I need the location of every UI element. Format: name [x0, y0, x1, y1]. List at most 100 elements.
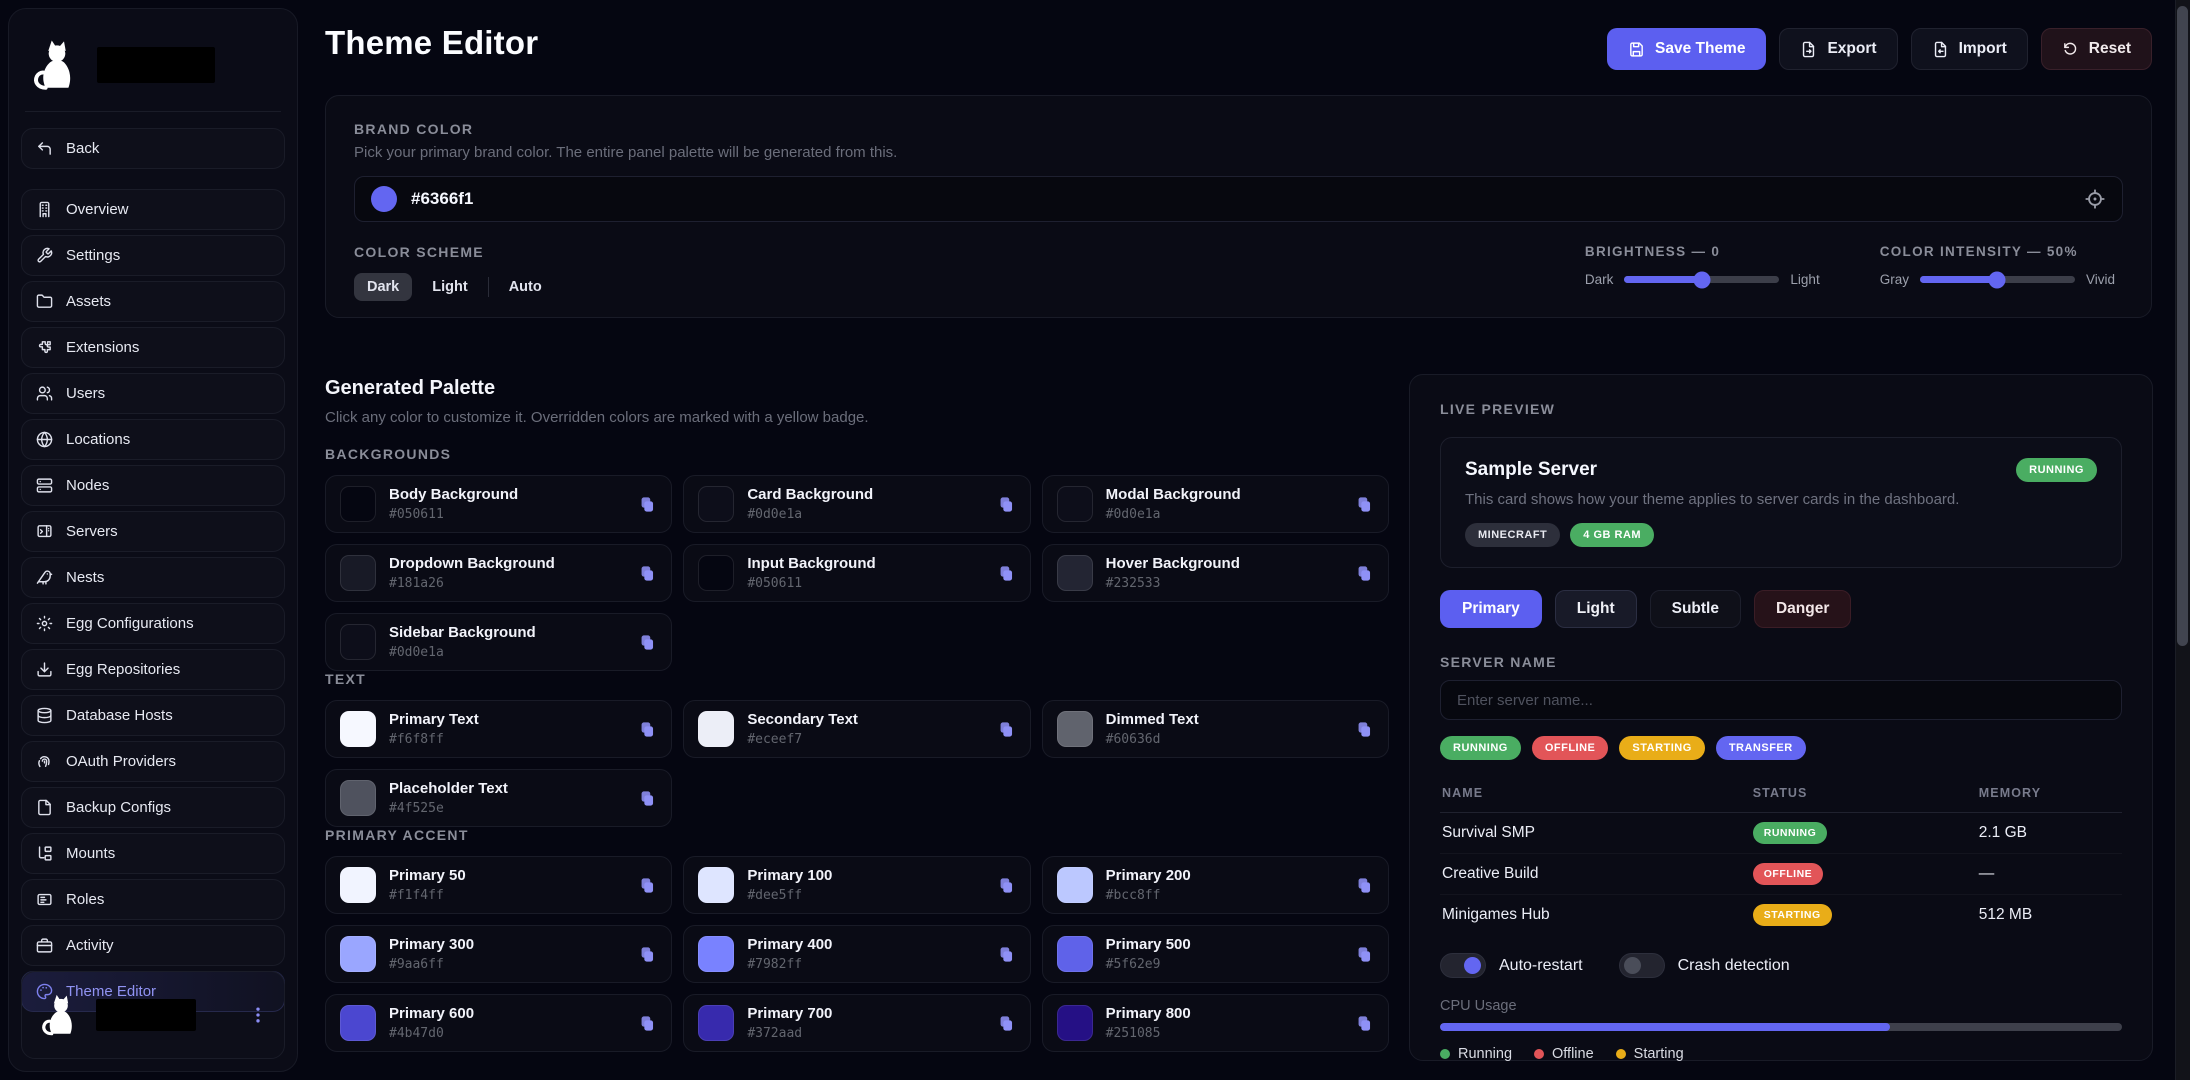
sidebar-item-extensions[interactable]: Extensions: [21, 327, 285, 368]
palette-color-grid: Primary Text#f6f8ffSecondary Text#eceef7…: [325, 700, 1389, 827]
palette-color-card-primary-200[interactable]: Primary 200#bcc8ff: [1042, 856, 1389, 914]
copy-button[interactable]: [1355, 1014, 1374, 1033]
sidebar-item-mounts[interactable]: Mounts: [21, 833, 285, 874]
color-swatch: [340, 867, 376, 903]
sidebar-item-users[interactable]: Users: [21, 373, 285, 414]
scrollbar-thumb[interactable]: [2177, 6, 2188, 646]
palette-color-card-primary-600[interactable]: Primary 600#4b47d0: [325, 994, 672, 1052]
palette-color-card-primary-400[interactable]: Primary 400#7982ff: [683, 925, 1030, 983]
server-name-input[interactable]: [1440, 680, 2122, 720]
import-button[interactable]: Import: [1911, 28, 2028, 70]
palette-color-card-input-background[interactable]: Input Background#050611: [683, 544, 1030, 602]
sidebar-item-activity[interactable]: Activity: [21, 925, 285, 966]
copy-button[interactable]: [638, 633, 657, 652]
copy-button[interactable]: [638, 495, 657, 514]
sidebar-item-settings[interactable]: Settings: [21, 235, 285, 276]
palette-color-card-primary-50[interactable]: Primary 50#f1f4ff: [325, 856, 672, 914]
brand-color-swatch[interactable]: [371, 186, 397, 212]
reset-button[interactable]: Reset: [2041, 28, 2152, 70]
scheme-option-light[interactable]: Light: [426, 273, 473, 301]
intensity-slider-thumb[interactable]: [1989, 271, 2006, 288]
color-picker-icon[interactable]: [2084, 188, 2106, 210]
sidebar-item-nests[interactable]: Nests: [21, 557, 285, 598]
table-row-minigames-hub[interactable]: Minigames HubSTARTING512 MB: [1440, 895, 2122, 935]
copy-button[interactable]: [997, 945, 1016, 964]
palette-color-card-modal-background[interactable]: Modal Background#0d0e1a: [1042, 475, 1389, 533]
copy-button[interactable]: [997, 1014, 1016, 1033]
preview-button-subtle[interactable]: Subtle: [1650, 590, 1741, 628]
sidebar-item-roles[interactable]: Roles: [21, 879, 285, 920]
palette-color-card-primary-700[interactable]: Primary 700#372aad: [683, 994, 1030, 1052]
palette-color-card-hover-background[interactable]: Hover Background#232533: [1042, 544, 1389, 602]
copy-button[interactable]: [638, 720, 657, 739]
preview-button-danger[interactable]: Danger: [1754, 590, 1851, 628]
copy-button[interactable]: [997, 564, 1016, 583]
copy-button[interactable]: [1355, 564, 1374, 583]
intensity-slider-fill: [1920, 276, 1998, 283]
user-avatar: [38, 992, 84, 1038]
sample-server-card[interactable]: Sample Server RUNNING This card shows ho…: [1440, 437, 2122, 568]
sidebar-item-backup-configs[interactable]: Backup Configs: [21, 787, 285, 828]
palette-color-card-primary-800[interactable]: Primary 800#251085: [1042, 994, 1389, 1052]
scheme-option-auto[interactable]: Auto: [503, 273, 548, 301]
palette-color-card-primary-100[interactable]: Primary 100#dee5ff: [683, 856, 1030, 914]
copy-button[interactable]: [997, 495, 1016, 514]
user-card[interactable]: [21, 971, 285, 1059]
palette-color-card-secondary-text[interactable]: Secondary Text#eceef7: [683, 700, 1030, 758]
intensity-slider[interactable]: [1920, 276, 2075, 283]
copy-button[interactable]: [638, 789, 657, 808]
sidebar-item-overview[interactable]: Overview: [21, 189, 285, 230]
palette-color-card-dropdown-background[interactable]: Dropdown Background#181a26: [325, 544, 672, 602]
sidebar-item-servers[interactable]: Servers: [21, 511, 285, 552]
palette-color-card-dimmed-text[interactable]: Dimmed Text#60636d: [1042, 700, 1389, 758]
preview-button-primary[interactable]: Primary: [1440, 590, 1542, 628]
toggle-crash-detection[interactable]: Crash detection: [1619, 953, 1790, 978]
palette-color-card-primary-500[interactable]: Primary 500#5f62e9: [1042, 925, 1389, 983]
brightness-slider[interactable]: [1624, 276, 1779, 283]
copy-button[interactable]: [997, 720, 1016, 739]
sidebar-item-database-hosts[interactable]: Database Hosts: [21, 695, 285, 736]
color-name: Primary 50: [389, 867, 466, 884]
palette-color-card-placeholder-text[interactable]: Placeholder Text#4f525e: [325, 769, 672, 827]
sidebar-item-assets[interactable]: Assets: [21, 281, 285, 322]
palette-color-card-sidebar-background[interactable]: Sidebar Background#0d0e1a: [325, 613, 672, 671]
sidebar-item-egg-repositories[interactable]: Egg Repositories: [21, 649, 285, 690]
copy-button[interactable]: [638, 945, 657, 964]
copy-button[interactable]: [1355, 876, 1374, 895]
color-hex: #181a26: [389, 576, 555, 591]
color-hex: #f6f8ff: [389, 732, 479, 747]
save-theme-button[interactable]: Save Theme: [1607, 28, 1766, 70]
user-menu-dots-icon[interactable]: [248, 1005, 268, 1025]
color-name: Primary 300: [389, 936, 474, 953]
export-button[interactable]: Export: [1779, 28, 1897, 70]
palette-color-card-card-background[interactable]: Card Background#0d0e1a: [683, 475, 1030, 533]
toggle-switch[interactable]: [1440, 953, 1486, 978]
preview-button-light[interactable]: Light: [1555, 590, 1637, 628]
palette-group-backgrounds: BACKGROUNDSBody Background#050611Card Ba…: [325, 446, 1389, 671]
table-row-creative-build[interactable]: Creative BuildOFFLINE—: [1440, 854, 2122, 895]
sidebar-item-locations[interactable]: Locations: [21, 419, 285, 460]
sidebar-item-egg-configurations[interactable]: Egg Configurations: [21, 603, 285, 644]
scrollbar-track[interactable]: [2175, 0, 2190, 1080]
copy-button[interactable]: [1355, 720, 1374, 739]
save-icon: [1628, 41, 1645, 58]
palette-color-card-body-background[interactable]: Body Background#050611: [325, 475, 672, 533]
back-button[interactable]: Back: [21, 128, 285, 169]
sidebar-item-nodes[interactable]: Nodes: [21, 465, 285, 506]
scheme-divider: [488, 277, 489, 297]
toggle-switch[interactable]: [1619, 953, 1665, 978]
scheme-option-dark[interactable]: Dark: [354, 273, 412, 301]
sidebar-item-oauth-providers[interactable]: OAuth Providers: [21, 741, 285, 782]
palette-color-card-primary-300[interactable]: Primary 300#9aa6ff: [325, 925, 672, 983]
copy-button[interactable]: [638, 876, 657, 895]
palette-color-card-primary-text[interactable]: Primary Text#f6f8ff: [325, 700, 672, 758]
copy-button[interactable]: [638, 1014, 657, 1033]
copy-button[interactable]: [638, 564, 657, 583]
brand-color-input[interactable]: #6366f1: [354, 176, 2123, 222]
table-row-survival-smp[interactable]: Survival SMPRUNNING2.1 GB: [1440, 813, 2122, 854]
copy-button[interactable]: [1355, 495, 1374, 514]
toggle-auto-restart[interactable]: Auto-restart: [1440, 953, 1583, 978]
copy-button[interactable]: [997, 876, 1016, 895]
brightness-slider-thumb[interactable]: [1693, 271, 1710, 288]
copy-button[interactable]: [1355, 945, 1374, 964]
